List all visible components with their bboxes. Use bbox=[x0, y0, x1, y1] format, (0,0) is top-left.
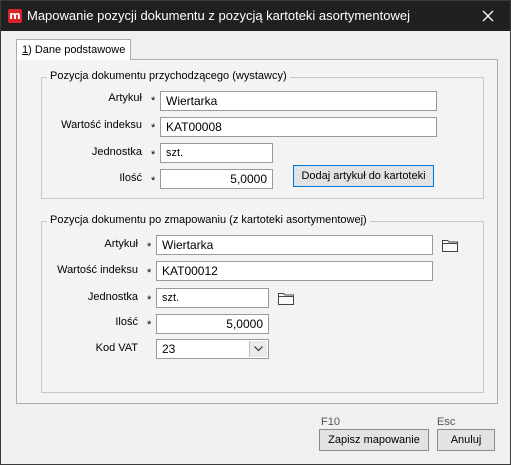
required-marker: * bbox=[151, 95, 156, 107]
source-artykul-label: Artykuł bbox=[108, 92, 142, 104]
tab-dane-podstawowe[interactable]: 1) Dane podstawowe bbox=[16, 39, 132, 60]
mapped-unit-label: Jednostka bbox=[87, 291, 138, 303]
required-marker: * bbox=[151, 175, 156, 187]
required-marker: * bbox=[147, 241, 152, 253]
mapped-qty-label: Ilość bbox=[115, 316, 138, 328]
folder-icon[interactable] bbox=[441, 237, 459, 253]
source-artykul-field[interactable]: Wiertarka bbox=[160, 91, 437, 111]
save-mapping-button[interactable]: Zapisz mapowanie bbox=[319, 429, 429, 451]
mapping-dialog: m Mapowanie pozycji dokumentu z pozycją … bbox=[0, 0, 511, 465]
mapped-artykul-label: Artykuł bbox=[104, 238, 138, 250]
source-index-field[interactable]: KAT00008 bbox=[160, 117, 437, 137]
required-marker: * bbox=[147, 319, 152, 331]
source-group-title: Pozycja dokumentu przychodzącego (wystaw… bbox=[47, 70, 290, 82]
window-title: Mapowanie pozycji dokumentu z pozycją ka… bbox=[27, 8, 410, 23]
source-qty-field[interactable]: 5,0000 bbox=[160, 169, 273, 189]
source-qty-label: Ilość bbox=[119, 172, 142, 184]
mapped-qty-field[interactable]: 5,0000 bbox=[156, 314, 269, 334]
title-bar: m Mapowanie pozycji dokumentu z pozycją … bbox=[1, 1, 510, 31]
app-logo-icon: m bbox=[8, 9, 22, 23]
cancel-shortcut-label: Esc bbox=[437, 416, 456, 428]
chevron-down-icon bbox=[254, 346, 263, 352]
required-marker: * bbox=[147, 267, 152, 279]
folder-icon[interactable] bbox=[277, 290, 295, 306]
mapped-index-label: Wartość indeksu bbox=[57, 264, 138, 276]
dropdown-button[interactable] bbox=[249, 341, 267, 357]
vat-code-value: 23 bbox=[162, 342, 176, 356]
vat-code-select[interactable]: 23 bbox=[156, 339, 269, 359]
source-unit-field[interactable]: szt. bbox=[160, 143, 273, 163]
tab-panel: Pozycja dokumentu przychodzącego (wystaw… bbox=[16, 59, 498, 404]
tab-label: ) Dane podstawowe bbox=[28, 44, 126, 56]
source-unit-label: Jednostka bbox=[91, 146, 142, 158]
required-marker: * bbox=[151, 122, 156, 134]
required-marker: * bbox=[147, 294, 152, 306]
mapped-vat-label: Kod VAT bbox=[95, 342, 138, 354]
close-button[interactable] bbox=[466, 1, 510, 31]
mapped-index-field[interactable]: KAT00012 bbox=[156, 261, 433, 281]
add-to-catalog-button[interactable]: Dodaj artykuł do kartoteki bbox=[293, 165, 434, 187]
required-marker: * bbox=[151, 149, 156, 161]
mapped-unit-field[interactable]: szt. bbox=[156, 288, 269, 308]
mapped-artykul-field[interactable]: Wiertarka bbox=[156, 235, 433, 255]
close-icon bbox=[482, 10, 494, 22]
cancel-button[interactable]: Anuluj bbox=[437, 429, 495, 451]
source-index-label: Wartość indeksu bbox=[61, 119, 142, 131]
save-shortcut-label: F10 bbox=[321, 416, 340, 428]
mapped-group-title: Pozycja dokumentu po zmapowaniu (z karto… bbox=[47, 214, 370, 226]
